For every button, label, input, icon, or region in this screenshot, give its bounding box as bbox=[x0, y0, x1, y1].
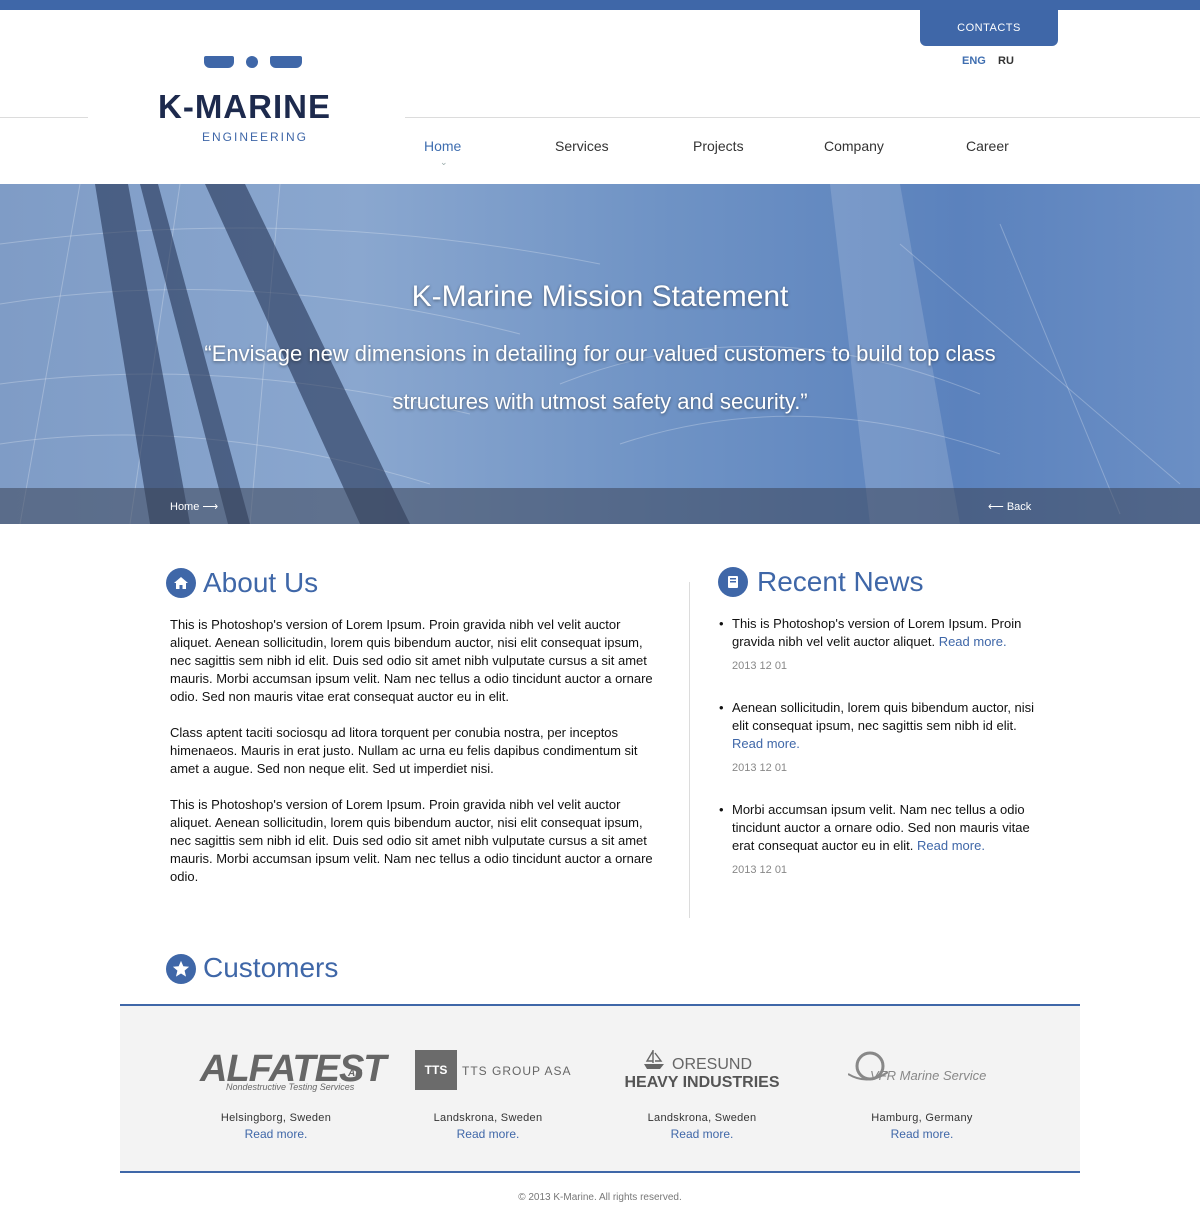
nav-divider-right bbox=[405, 117, 1200, 118]
customers-title: Customers bbox=[203, 952, 339, 983]
breadcrumb-home[interactable]: Home ⟶ bbox=[170, 500, 218, 513]
news-item: • Morbi accumsan ipsum velit. Nam nec te… bbox=[718, 801, 1048, 879]
back-link[interactable]: ⟵ Back bbox=[988, 500, 1031, 513]
news-date: 2013 12 01 bbox=[732, 864, 788, 876]
customers-panel: ALFATEST AB Nondestructive Testing Servi… bbox=[120, 1004, 1080, 1173]
logo-mark-icon bbox=[204, 56, 302, 69]
contacts-button[interactable]: CONTACTS bbox=[920, 10, 1058, 46]
customer-location: Landskrona, Sweden bbox=[433, 1112, 543, 1124]
customer-read-more-link[interactable]: Read more. bbox=[832, 1127, 1012, 1141]
news-item: • This is Photoshop's version of Lorem I… bbox=[718, 615, 1048, 675]
footer-copyright: © 2013 K-Marine. All rights reserved. bbox=[518, 1192, 682, 1203]
tts-logo: TTS TTS GROUP ASA bbox=[398, 1048, 578, 1104]
news-date: 2013 12 01 bbox=[732, 762, 788, 774]
hero-title: K-Marine Mission Statement bbox=[411, 280, 789, 313]
oresund-logo: ORESUND HEAVY INDUSTRIES bbox=[612, 1048, 792, 1104]
about-paragraph: This is Photoshop's version of Lorem Ips… bbox=[170, 797, 653, 884]
arrow-right-icon: ⟶ bbox=[202, 501, 219, 513]
alfatest-logo: ALFATEST AB Nondestructive Testing Servi… bbox=[200, 1048, 387, 1092]
news-item: • Aenean sollicitudin, lorem quis bibend… bbox=[718, 699, 1048, 777]
customer-location: Landskrona, Sweden bbox=[647, 1112, 757, 1124]
site-logo[interactable]: K-MARINE ENGINEERING bbox=[158, 54, 348, 149]
customer-read-more-link[interactable]: Read more. bbox=[398, 1127, 578, 1141]
customer-card: VFR Marine Service Hamburg, Germany Read… bbox=[832, 1048, 1012, 1141]
nav-projects[interactable]: Projects bbox=[693, 138, 744, 154]
customer-location: Hamburg, Germany bbox=[871, 1112, 973, 1124]
news-read-more-link[interactable]: Read more. bbox=[917, 838, 985, 853]
customer-read-more-link[interactable]: Read more. bbox=[186, 1127, 366, 1141]
news-read-more-link[interactable]: Read more. bbox=[939, 634, 1007, 649]
nav-career[interactable]: Career bbox=[966, 138, 1009, 154]
news-title: Recent News bbox=[757, 566, 924, 597]
home-icon bbox=[166, 568, 196, 598]
vfr-logo: VFR Marine Service bbox=[832, 1048, 1012, 1104]
star-icon bbox=[166, 954, 196, 984]
book-icon bbox=[718, 567, 748, 597]
customer-card: TTS TTS GROUP ASA Landskrona, Sweden Rea… bbox=[398, 1048, 578, 1141]
news-date: 2013 12 01 bbox=[732, 660, 788, 672]
nav-divider-left bbox=[0, 117, 88, 118]
nav-company[interactable]: Company bbox=[824, 138, 884, 154]
about-paragraph: Class aptent taciti sociosqu ad litora t… bbox=[170, 725, 638, 776]
chevron-down-icon: ⌄ bbox=[440, 157, 448, 167]
ship-icon bbox=[642, 1048, 666, 1070]
logo-name: K-MARINE bbox=[158, 88, 331, 125]
breadcrumb-bar: Home ⟶ ⟵ Back bbox=[0, 488, 1200, 524]
hero-quote: “Envisage new dimensions in detailing fo… bbox=[204, 341, 996, 414]
nav-services[interactable]: Services bbox=[555, 138, 609, 154]
lang-eng-link[interactable]: ENG bbox=[962, 55, 986, 67]
customer-location: Helsingborg, Sweden bbox=[220, 1112, 332, 1124]
nav-home[interactable]: Home bbox=[424, 138, 461, 154]
arrow-left-icon: ⟵ bbox=[988, 501, 1004, 513]
column-divider bbox=[689, 582, 690, 918]
about-paragraph: This is Photoshop's version of Lorem Ips… bbox=[170, 617, 653, 704]
lang-ru-link[interactable]: RU bbox=[998, 55, 1014, 67]
logo-subtitle: ENGINEERING bbox=[202, 130, 309, 144]
customer-card: ORESUND HEAVY INDUSTRIES Landskrona, Swe… bbox=[612, 1048, 792, 1141]
news-read-more-link[interactable]: Read more. bbox=[732, 736, 800, 751]
customer-read-more-link[interactable]: Read more. bbox=[612, 1127, 792, 1141]
top-accent-bar bbox=[0, 0, 1200, 10]
about-title: About Us bbox=[203, 567, 319, 598]
hero-banner: K-Marine Mission Statement “Envisage new… bbox=[0, 184, 1200, 524]
about-text: This is Photoshop's version of Lorem Ips… bbox=[170, 616, 654, 904]
customer-card: ALFATEST AB Nondestructive Testing Servi… bbox=[186, 1048, 387, 1141]
news-list: • This is Photoshop's version of Lorem I… bbox=[718, 615, 1048, 879]
